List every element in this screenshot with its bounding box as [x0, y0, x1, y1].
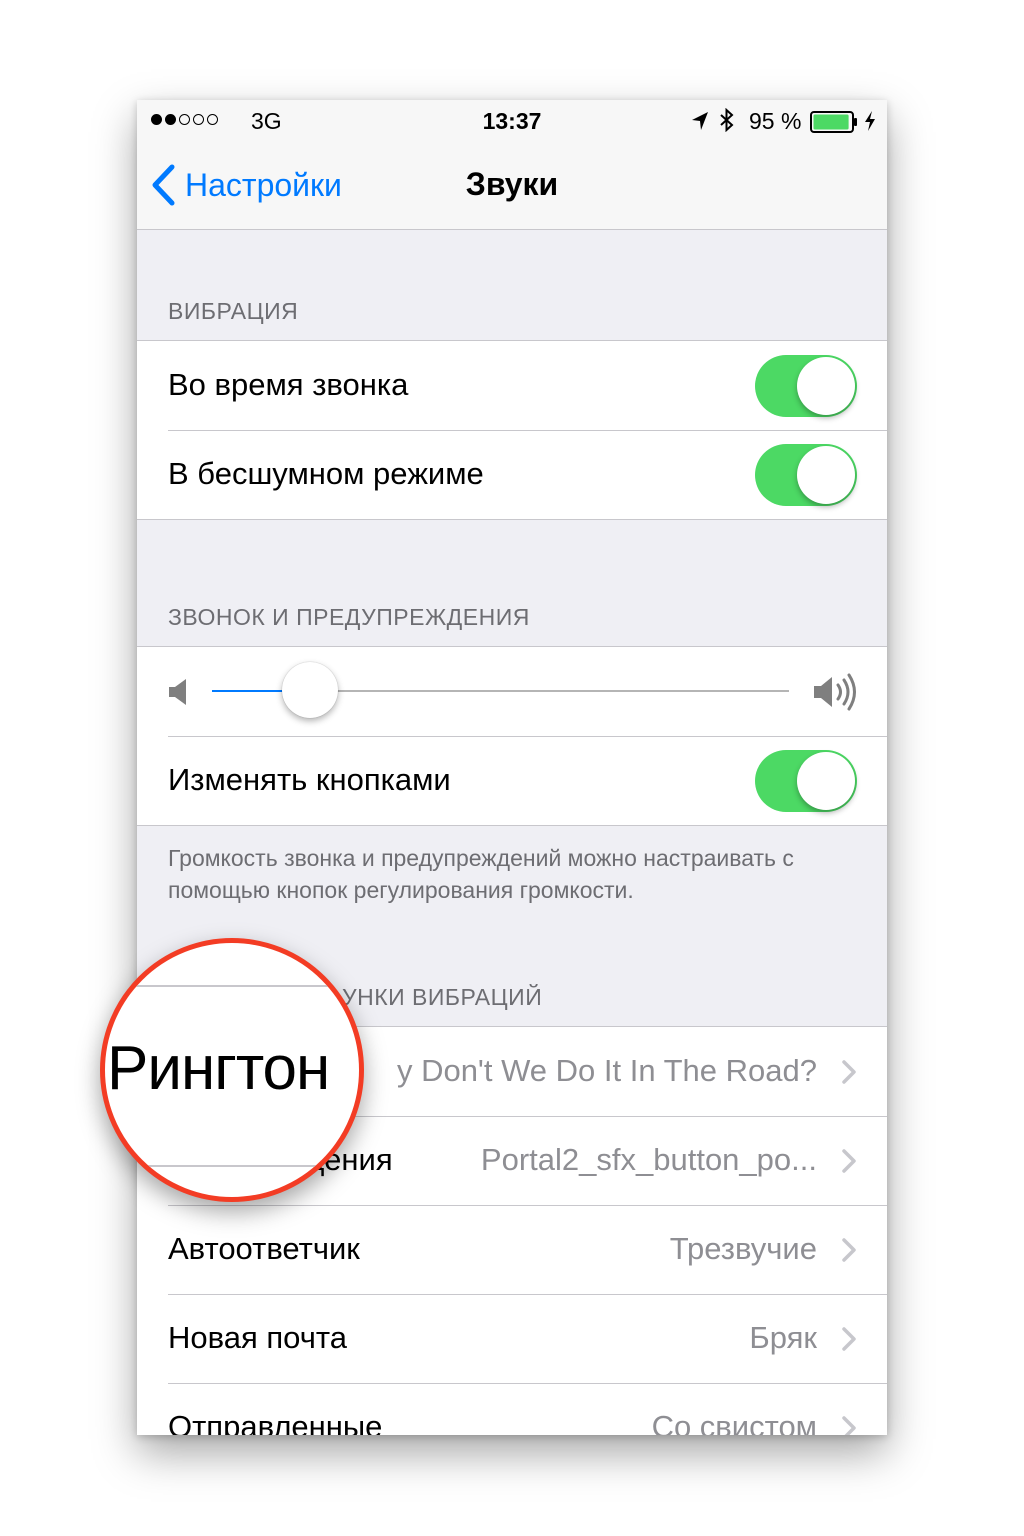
change-with-buttons-row: Изменять кнопками	[137, 736, 887, 825]
toggle-knob	[797, 446, 855, 504]
chevron-right-icon	[842, 1327, 856, 1351]
chevron-right-icon	[842, 1416, 856, 1435]
bluetooth-icon	[719, 107, 735, 138]
chevron-right-icon	[842, 1149, 856, 1173]
vibration-silent-label: В бесшумном режиме	[168, 456, 484, 491]
magnifier-callout: Рингтон	[100, 938, 364, 1202]
divider	[135, 1165, 359, 1167]
divider	[135, 985, 359, 987]
new-mail-value: Бряк	[749, 1320, 817, 1355]
ringer-group: Изменять кнопками	[137, 646, 887, 826]
vibration-ring-toggle[interactable]	[755, 355, 857, 417]
navigation-bar: Настройки Звуки	[137, 142, 887, 230]
sent-mail-label: Отправленные	[168, 1409, 383, 1435]
vibration-ring-label: Во время звонка	[168, 367, 409, 402]
volume-low-icon	[168, 677, 188, 712]
sent-mail-value: Со свистом	[651, 1409, 817, 1435]
battery-percent: 95 %	[749, 108, 802, 134]
chevron-right-icon	[842, 1060, 856, 1084]
section-header-ringer: ЗВОНОК И ПРЕДУПРЕЖДЕНИЯ	[168, 604, 530, 630]
vibration-group: Во время звонка В бесшумном режиме	[137, 340, 887, 520]
toggle-knob	[797, 357, 855, 415]
battery-icon	[810, 111, 858, 139]
location-arrow-icon	[691, 110, 709, 137]
vibration-silent-row: В бесшумном режиме	[137, 430, 887, 519]
new-mail-row[interactable]: Новая почта Бряк	[137, 1294, 887, 1383]
status-bar: 3G 13:37 95 %	[137, 100, 887, 142]
sent-mail-row[interactable]: Отправленные Со свистом	[137, 1383, 887, 1435]
section-header-patterns: УНКИ ВИБРАЦИЙ	[342, 984, 543, 1010]
voicemail-label: Автоответчик	[168, 1231, 360, 1266]
text-tone-value: Portal2_sfx_button_po...	[480, 1142, 817, 1177]
ringer-footer-note: Громкость звонка и предупреждений можно …	[168, 845, 794, 903]
phone-screen: 3G 13:37 95 % Настройки Звуки ВИБРАЦИЯ В…	[137, 100, 887, 1435]
magnified-ringtone-label: Рингтон	[107, 1034, 330, 1103]
volume-slider-row	[137, 647, 887, 736]
ringtone-value: y Don't We Do It In The Road?	[396, 1053, 817, 1088]
volume-slider-thumb[interactable]	[282, 662, 339, 718]
change-with-buttons-toggle[interactable]	[755, 750, 857, 812]
vibration-ring-row: Во время звонка	[137, 341, 887, 430]
section-header-vibration: ВИБРАЦИЯ	[168, 298, 299, 324]
chevron-right-icon	[842, 1238, 856, 1262]
volume-high-icon	[813, 673, 857, 716]
toggle-knob	[797, 752, 855, 810]
vibration-silent-toggle[interactable]	[755, 444, 857, 506]
voicemail-row[interactable]: Автоответчик Трезвучие	[137, 1205, 887, 1294]
new-mail-label: Новая почта	[168, 1320, 347, 1355]
voicemail-value: Трезвучие	[669, 1231, 817, 1266]
page-title: Звуки	[465, 166, 559, 202]
change-with-buttons-label: Изменять кнопками	[168, 762, 451, 797]
charging-bolt-icon	[864, 110, 876, 138]
